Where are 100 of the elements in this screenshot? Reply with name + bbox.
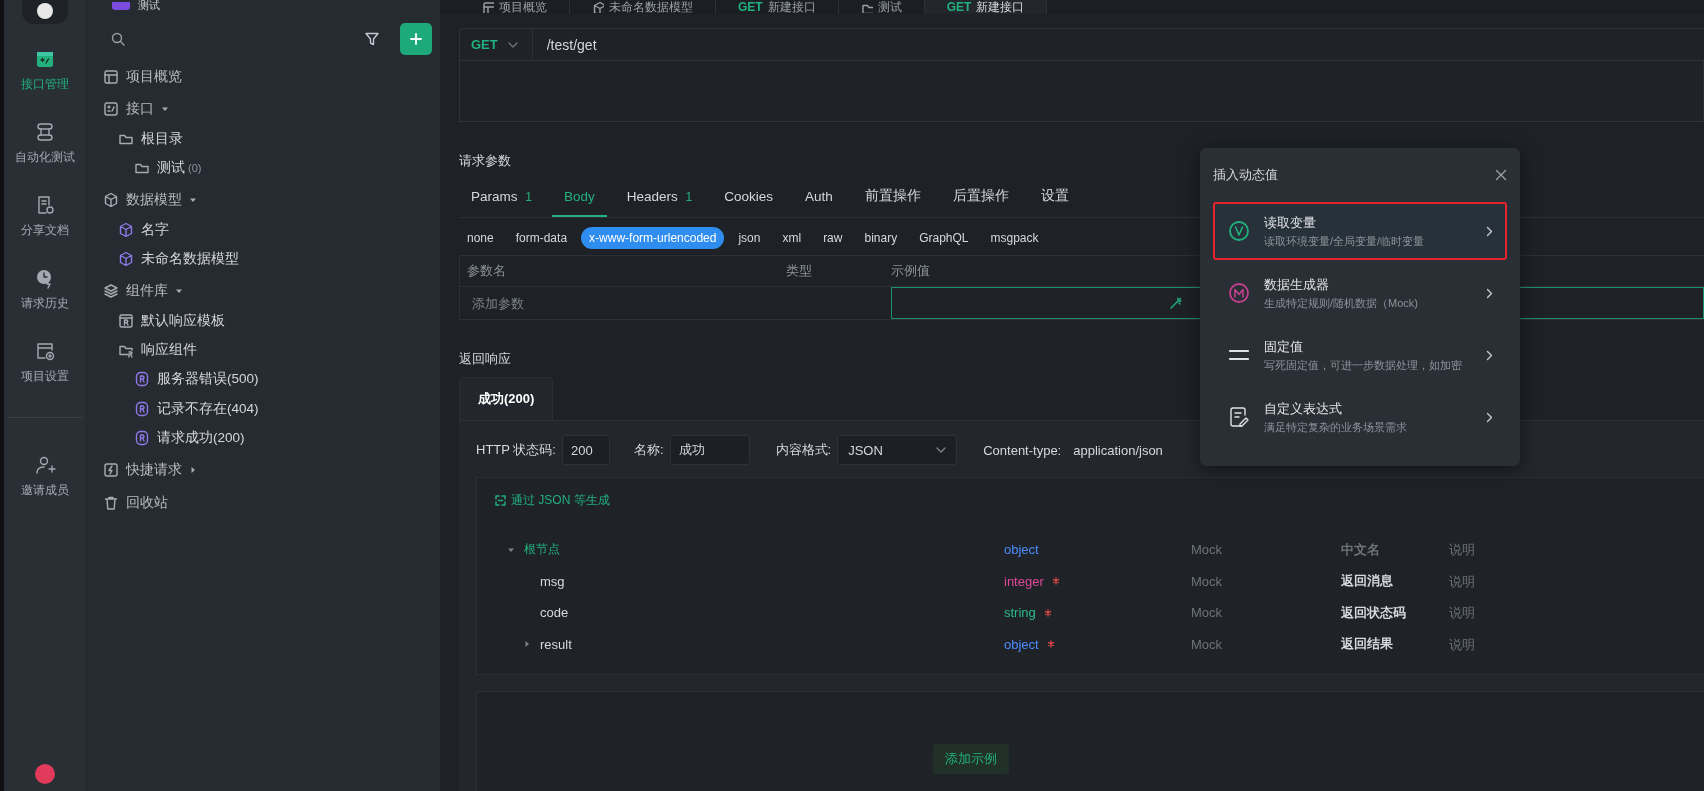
- menu-item-description: 满足特定复杂的业务场景需求: [1264, 419, 1408, 435]
- tree-item[interactable]: 未命名数据模型: [97, 244, 432, 274]
- close-button[interactable]: [1495, 169, 1507, 181]
- mock-field[interactable]: Mock: [1191, 636, 1291, 652]
- body-type-option[interactable]: GraphQL: [911, 227, 977, 249]
- request-tab[interactable]: Auth: [793, 178, 845, 217]
- menu-item-description: 读取环境变量/全局变量/临时变量: [1264, 233, 1426, 249]
- chevron-down-icon: [936, 447, 947, 453]
- chevron-right-icon: [1486, 287, 1493, 299]
- add-parameter-field[interactable]: 添加参数: [460, 287, 891, 319]
- tree-item[interactable]: 名字: [97, 215, 432, 245]
- document-tab[interactable]: 项目概览: [460, 0, 570, 14]
- layers-icon: [103, 283, 119, 300]
- body-type-option[interactable]: binary: [856, 227, 906, 249]
- tree-item[interactable]: 请求成功(200): [97, 423, 432, 453]
- generate-from-json-button[interactable]: 通过 JSON 等生成: [495, 492, 610, 509]
- chinese-name-field[interactable]: 返回消息: [1341, 573, 1441, 589]
- menu-item[interactable]: 数据生成器 生成特定规则/随机数据（Mock): [1213, 264, 1507, 322]
- chinese-name-field[interactable]: 返回结果: [1341, 636, 1441, 652]
- request-tab[interactable]: Cookies: [712, 178, 785, 217]
- text-field[interactable]: 200: [561, 435, 610, 465]
- request-tab[interactable]: Headers 1: [614, 178, 705, 217]
- tree-item[interactable]: 服务器错误(500): [97, 364, 432, 395]
- document-tab[interactable]: 测试: [838, 0, 925, 14]
- tree-item[interactable]: 测试 (0): [97, 153, 432, 183]
- text-field[interactable]: 成功: [669, 435, 750, 465]
- project-logo-icon: [112, 2, 130, 10]
- rail-nav-button[interactable]: 项目设置: [5, 340, 84, 385]
- tree-item[interactable]: 快捷请求: [97, 455, 432, 486]
- mock-field[interactable]: Mock: [1191, 605, 1291, 621]
- chevron-right-icon: [1486, 411, 1493, 423]
- document-tab[interactable]: GET 新建接口: [716, 0, 839, 14]
- menu-item[interactable]: 自定义表达式 满足特定复杂的业务场景需求: [1213, 388, 1507, 446]
- mock-field[interactable]: Mock: [1191, 542, 1291, 558]
- body-type-option[interactable]: raw: [815, 227, 851, 249]
- field-type: object: [1004, 636, 1039, 652]
- request-tab[interactable]: 后置操作: [940, 178, 1021, 217]
- body-type-option[interactable]: xml: [774, 227, 810, 249]
- field-name: msg: [540, 573, 565, 589]
- body-type-option[interactable]: none: [459, 227, 502, 249]
- body-type-option[interactable]: form-data: [507, 227, 576, 249]
- menu-item-description: 生成特定规则/随机数据（Mock): [1264, 295, 1419, 311]
- edit-document-icon: [1228, 406, 1250, 428]
- add-user-icon: [33, 454, 56, 476]
- tree-item[interactable]: 接口: [97, 94, 432, 124]
- field-label: 内容格式:: [775, 441, 832, 459]
- lightning-icon: [103, 462, 119, 479]
- rail-nav-button[interactable]: 分享文档: [5, 194, 84, 239]
- response-tab[interactable]: 成功(200): [459, 377, 554, 420]
- add-example-button[interactable]: 添加示例: [932, 744, 1009, 774]
- search-icon: [111, 32, 125, 46]
- filter-icon: [364, 31, 380, 47]
- chevron-down-icon: [507, 41, 518, 48]
- tree-item[interactable]: 项目概览: [97, 62, 432, 92]
- tree-item[interactable]: 数据模型: [97, 185, 432, 216]
- rail-nav-button[interactable]: 邀请成员: [5, 454, 84, 499]
- menu-item-description: 写死固定值，可进一步数据处理，如加密: [1264, 357, 1463, 373]
- badge-icon: [134, 371, 150, 388]
- field-label: Content-type:: [983, 442, 1062, 458]
- mock-field[interactable]: Mock: [1191, 573, 1291, 589]
- field-name: 根节点: [524, 541, 560, 559]
- document-tab[interactable]: GET 新建接口: [924, 0, 1048, 14]
- v-circle-icon: [1228, 220, 1250, 242]
- body-type-option[interactable]: json: [730, 227, 769, 249]
- description-field[interactable]: 说明: [1449, 542, 1549, 558]
- request-tab[interactable]: 设置: [1028, 178, 1081, 217]
- menu-item-title: 数据生成器: [1264, 275, 1330, 294]
- description-field[interactable]: 说明: [1449, 573, 1549, 589]
- document-tab[interactable]: 未命名数据模型: [570, 0, 716, 14]
- tree-item[interactable]: 回收站: [97, 488, 432, 518]
- rail-nav-button[interactable]: 自动化测试: [5, 121, 84, 166]
- field-name: code: [540, 605, 569, 621]
- tree-item[interactable]: 根目录: [97, 124, 432, 154]
- menu-item[interactable]: 读取变量 读取环境变量/全局变量/临时变量: [1213, 202, 1507, 260]
- content-type-value: application/json: [1073, 442, 1163, 458]
- request-tab[interactable]: Body: [551, 178, 607, 217]
- tree-item[interactable]: 组件库: [97, 276, 432, 307]
- tree-item[interactable]: 默认响应模板: [97, 306, 432, 336]
- tree-item[interactable]: 响应组件: [97, 335, 432, 365]
- description-field[interactable]: 说明: [1449, 605, 1549, 621]
- chinese-name-field[interactable]: 中文名: [1341, 542, 1441, 558]
- field-label: 名称:: [633, 441, 664, 459]
- description-field[interactable]: 说明: [1449, 636, 1549, 652]
- field-name: result: [540, 636, 572, 652]
- rail-nav-button[interactable]: 接口管理: [5, 48, 84, 93]
- rail-nav-button[interactable]: 请求历史: [5, 267, 84, 312]
- plus-icon: [409, 32, 423, 46]
- request-tab[interactable]: 前置操作: [852, 178, 933, 217]
- field-type: object: [1004, 542, 1039, 558]
- chinese-name-field[interactable]: 返回状态码: [1341, 605, 1441, 621]
- column-header: 示例值: [891, 262, 930, 280]
- body-type-option[interactable]: msgpack: [982, 227, 1047, 249]
- format-dropdown[interactable]: JSON: [837, 435, 958, 465]
- add-button[interactable]: [400, 23, 432, 55]
- tree-item[interactable]: 记录不存在(404): [97, 394, 432, 424]
- menu-item[interactable]: 固定值 写死固定值，可进一步数据处理，如加密: [1213, 326, 1507, 384]
- magic-wand-icon: [1169, 296, 1183, 310]
- request-tab[interactable]: Params 1: [459, 178, 544, 217]
- menu-item-title: 自定义表达式: [1264, 399, 1343, 418]
- method-dropdown[interactable]: GET: [459, 28, 533, 60]
